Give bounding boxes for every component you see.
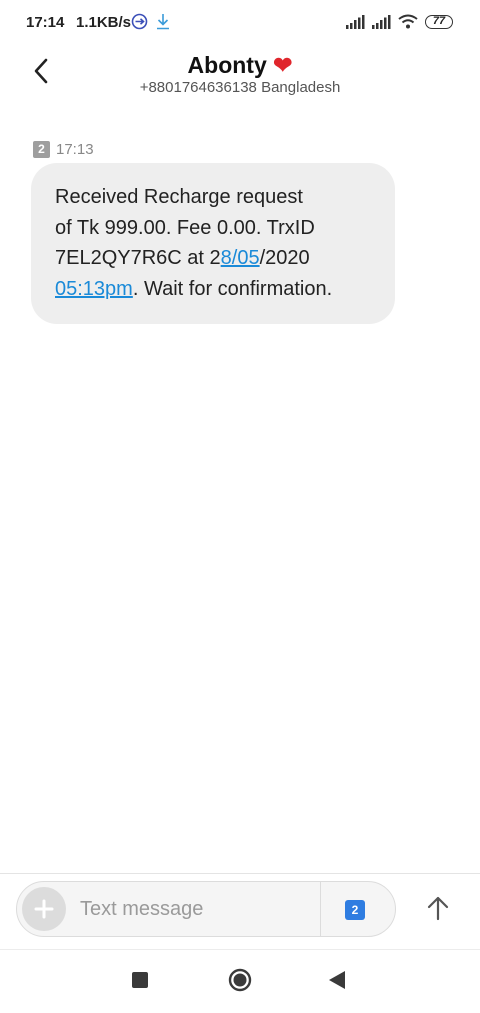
contact-name[interactable]: Abonty ❤ xyxy=(0,52,480,79)
send-button[interactable] xyxy=(420,890,456,926)
battery-icon: 77 xyxy=(425,15,453,29)
nav-divider xyxy=(0,949,480,950)
signal-icon xyxy=(372,15,391,29)
sim-select-button[interactable]: 2 xyxy=(345,900,365,920)
message-text: /2020 xyxy=(259,247,310,269)
message-text: 7EL2QY7R6C at 2 xyxy=(55,247,221,269)
sync-icon xyxy=(131,13,148,30)
field-separator xyxy=(320,882,321,936)
message-line: Received Recharge request xyxy=(55,186,303,208)
message-line: 7EL2QY7R6C at 28/05/2020 xyxy=(55,243,371,274)
nav-back-button[interactable] xyxy=(328,970,346,990)
add-attachment-button[interactable] xyxy=(22,887,66,931)
composer-divider xyxy=(0,873,480,874)
message-line: 05:13pm. Wait for confirmation. xyxy=(55,274,371,305)
contact-name-text: Abonty xyxy=(187,52,267,78)
time-link[interactable]: 05:13pm xyxy=(55,278,133,300)
message-text: . Wait for confirmation. xyxy=(132,277,333,300)
date-link[interactable]: 8/05 xyxy=(221,247,260,269)
download-icon xyxy=(157,14,169,30)
status-time: 17:14 xyxy=(26,14,65,31)
status-bar: 17:14 1.1KB/s 77 xyxy=(0,0,480,44)
signal-icon xyxy=(346,15,365,29)
sim-badge: 2 xyxy=(33,141,50,158)
plus-icon xyxy=(34,899,54,919)
wifi-icon xyxy=(398,14,418,29)
contact-phone: +8801764636138 xyxy=(139,79,257,96)
messaging-screen: 17:14 1.1KB/s 77 Abonty ❤ +8801764636138… xyxy=(0,0,480,1013)
home-button[interactable] xyxy=(228,968,252,992)
message-timestamp: 17:13 xyxy=(56,141,94,158)
contact-country: Bangladesh xyxy=(261,79,341,96)
arrow-up-icon xyxy=(427,896,449,921)
network-speed: 1.1KB/s xyxy=(76,14,132,31)
heart-emoji: ❤ xyxy=(273,52,293,78)
message-line: of Tk 999.00. Fee 0.00. TrxID xyxy=(55,216,315,239)
message-input[interactable] xyxy=(80,896,310,922)
contact-number: +8801764636138 Bangladesh xyxy=(0,79,480,96)
message-bubble[interactable]: Received Recharge request of Tk 999.00. … xyxy=(31,163,395,324)
recents-button[interactable] xyxy=(132,972,148,988)
